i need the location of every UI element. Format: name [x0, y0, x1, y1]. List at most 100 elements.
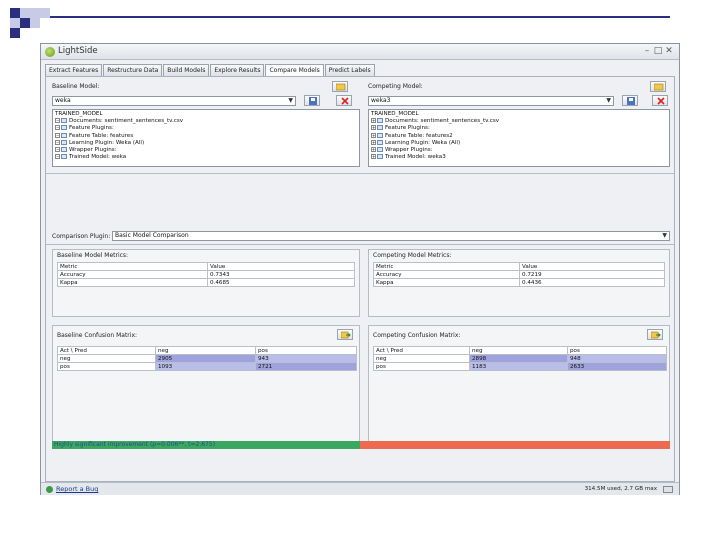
- column-header[interactable]: neg: [469, 346, 568, 355]
- competing-metrics-panel: Competing Model Metrics: Metric Value Acc…: [368, 249, 670, 317]
- column-header[interactable]: Value: [519, 262, 665, 271]
- tree-node[interactable]: − Wrapper Plugins:: [55, 146, 357, 154]
- table-cell: Kappa: [57, 278, 208, 287]
- decor-square: [10, 28, 20, 38]
- tree-node[interactable]: + Learning Plugin: Weka (All): [371, 139, 667, 147]
- tree-node-label: Wrapper Plugins:: [69, 146, 117, 153]
- comparison-plugin-label: Comparison Plugin:: [52, 233, 111, 240]
- tree-node[interactable]: + Wrapper Plugins:: [371, 146, 667, 154]
- export-icon: [341, 331, 351, 339]
- tree-node-label: TRAINED_MODEL: [371, 111, 419, 117]
- expand-icon[interactable]: −: [55, 139, 60, 145]
- column-header[interactable]: pos: [255, 346, 357, 355]
- tree-node[interactable]: − Trained Model: weka: [55, 154, 357, 161]
- baseline-confusion-panel: Baseline Confusion Matrix: Act \ Pred neg…: [52, 325, 360, 445]
- table-row[interactable]: Accuracy 0.7219: [373, 270, 665, 279]
- baseline-metrics-title: Baseline Model Metrics:: [57, 252, 129, 259]
- competing-metrics-title: Competing Model Metrics:: [373, 252, 452, 259]
- close-icon[interactable]: ✕: [663, 46, 675, 57]
- expand-icon[interactable]: −: [55, 146, 60, 152]
- column-header[interactable]: neg: [155, 346, 256, 355]
- save-competing-button[interactable]: [622, 95, 638, 106]
- expand-icon[interactable]: +: [371, 118, 376, 124]
- table-row[interactable]: pos 1183 2633: [373, 362, 667, 371]
- expand-icon[interactable]: −: [55, 132, 60, 138]
- export-competing-button[interactable]: [647, 329, 663, 340]
- table-row[interactable]: Kappa 0.4685: [57, 278, 355, 287]
- expand-icon[interactable]: +: [371, 146, 376, 152]
- tree-node[interactable]: + Documents: sentiment_sentences_tv.csv: [371, 118, 667, 125]
- tree-node-label: Documents: sentiment_sentences_tv.csv: [69, 118, 184, 125]
- tree-node[interactable]: − Feature Table: features: [55, 132, 357, 140]
- plugin-icon: [61, 146, 67, 152]
- lightside-logo-icon: [45, 47, 55, 57]
- table-row[interactable]: neg 2898 948: [373, 354, 667, 363]
- comparison-plugin-select[interactable]: Basic Model Comparison ▼: [112, 231, 670, 241]
- table-row[interactable]: pos 1093 2721: [57, 362, 357, 371]
- table-cell: 0.4685: [207, 278, 355, 287]
- tree-node[interactable]: + Trained Model: weka3: [371, 154, 667, 161]
- tab-restructure-data[interactable]: Restructure Data: [103, 64, 163, 76]
- tree-node[interactable]: − Feature Plugins:: [55, 125, 357, 132]
- table-cell: 1183: [469, 362, 568, 371]
- column-header[interactable]: Value: [207, 262, 355, 271]
- baseline-model-select[interactable]: weka ▼: [52, 96, 296, 106]
- tree-node-label: Feature Plugins:: [69, 125, 114, 132]
- tree-node[interactable]: + Feature Plugins:: [371, 125, 667, 132]
- delete-baseline-button[interactable]: [336, 95, 352, 106]
- baseline-confusion-table: Act \ Pred neg pos neg 2905 943 pos 1093 2721: [57, 346, 357, 371]
- tab-predict-labels[interactable]: Predict Labels: [324, 64, 375, 76]
- gc-button-icon[interactable]: [663, 486, 673, 493]
- tab-extract-features[interactable]: Extract Features: [45, 64, 103, 76]
- column-header[interactable]: Act \ Pred: [57, 346, 156, 355]
- expand-icon[interactable]: −: [55, 118, 60, 124]
- tree-node[interactable]: + Feature Table: features2: [371, 132, 667, 140]
- expand-icon[interactable]: +: [371, 132, 376, 138]
- expand-icon[interactable]: +: [371, 139, 376, 145]
- competing-model-select[interactable]: weka3 ▼: [368, 96, 614, 106]
- expand-icon[interactable]: −: [55, 125, 60, 131]
- decor-square: [30, 8, 40, 18]
- table-cell: Accuracy: [373, 270, 520, 279]
- tab-compare-models[interactable]: Compare Models: [265, 64, 324, 76]
- load-competing-button[interactable]: [650, 81, 666, 92]
- slide-title-rule: [50, 16, 670, 18]
- column-header[interactable]: Metric: [373, 262, 520, 271]
- expand-icon[interactable]: +: [371, 154, 376, 160]
- app-window: LightSide – □ ✕ Extract Features Restruc…: [40, 43, 680, 495]
- expand-icon[interactable]: −: [55, 154, 60, 160]
- tree-node-label: TRAINED_MODEL: [55, 111, 103, 117]
- tree-node[interactable]: − Learning Plugin: Weka (All): [55, 139, 357, 147]
- chevron-down-icon: ▼: [662, 232, 667, 239]
- tab-build-models[interactable]: Build Models: [163, 64, 210, 76]
- table-header-row: Act \ Pred neg pos: [373, 346, 667, 355]
- table-cell: pos: [57, 362, 156, 371]
- folder-open-icon: [654, 83, 664, 91]
- save-baseline-button[interactable]: [304, 95, 320, 106]
- column-header[interactable]: pos: [567, 346, 667, 355]
- baseline-model-tree: TRAINED_MODEL − Documents: sentiment_sent…: [52, 109, 360, 167]
- column-header[interactable]: Act \ Pred: [373, 346, 470, 355]
- tree-node[interactable]: TRAINED_MODEL: [55, 111, 357, 118]
- expand-icon[interactable]: +: [371, 125, 376, 131]
- table-row[interactable]: Accuracy 0.7343: [57, 270, 355, 279]
- model-icon: [61, 154, 67, 160]
- tree-node[interactable]: − Documents: sentiment_sentences_tv.csv: [55, 118, 357, 125]
- table-row[interactable]: neg 2905 943: [57, 354, 357, 363]
- table-icon: [377, 132, 383, 138]
- column-header[interactable]: Metric: [57, 262, 208, 271]
- table-cell: 0.7219: [519, 270, 665, 279]
- document-icon: [377, 118, 383, 124]
- tab-explore-results[interactable]: Explore Results: [210, 64, 265, 76]
- load-baseline-button[interactable]: [332, 81, 348, 92]
- baseline-metrics-panel: Baseline Model Metrics: Metric Value Accu…: [52, 249, 360, 317]
- delete-competing-button[interactable]: [652, 95, 668, 106]
- table-row[interactable]: Kappa 0.4436: [373, 278, 665, 287]
- export-baseline-button[interactable]: [337, 329, 353, 340]
- tree-node-label: Trained Model: weka: [69, 154, 127, 161]
- decor-square: [30, 18, 40, 28]
- table-cell: Accuracy: [57, 270, 208, 279]
- tree-node[interactable]: TRAINED_MODEL: [371, 111, 667, 118]
- comparison-plugin-value: Basic Model Comparison: [115, 232, 189, 239]
- report-bug-link[interactable]: Report a Bug: [56, 485, 98, 493]
